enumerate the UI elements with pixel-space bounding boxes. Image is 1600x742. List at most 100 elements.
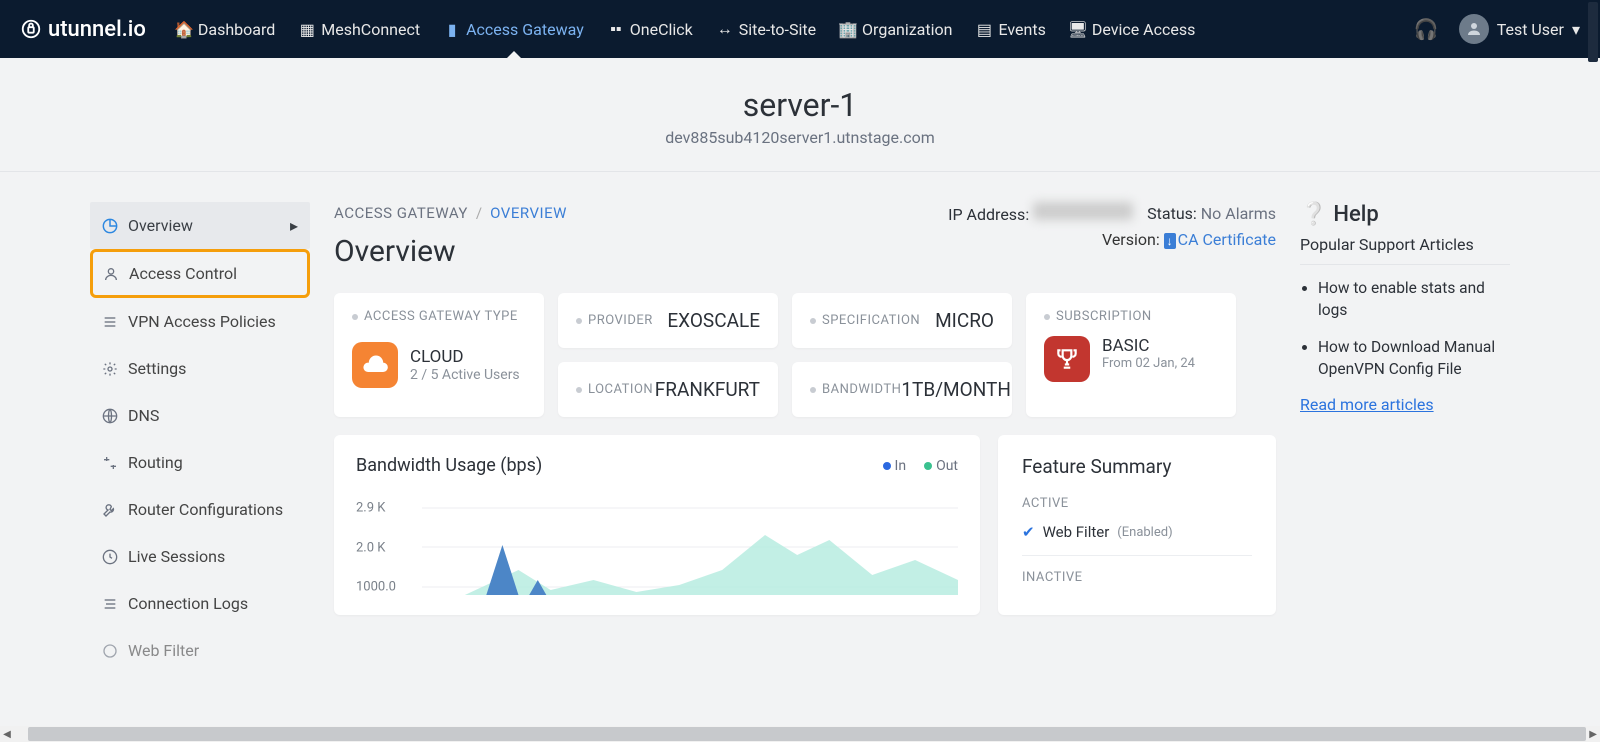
- help-article-1[interactable]: How to Download Manual OpenVPN Config Fi…: [1318, 336, 1510, 381]
- ytick-1: 2.0 K: [356, 540, 385, 555]
- gateway-icon: ▮: [444, 21, 460, 37]
- nav-events[interactable]: ▤Events: [976, 0, 1045, 58]
- ip-label: IP Address:: [948, 205, 1029, 224]
- routing-icon: [102, 455, 118, 471]
- spec-value: MICRO: [935, 309, 994, 332]
- breadcrumb-current: OVERVIEW: [490, 204, 567, 222]
- sidebar-item-connection-logs[interactable]: Connection Logs: [90, 580, 310, 627]
- help-article-0[interactable]: How to enable stats and logs: [1318, 277, 1510, 322]
- card-type-label: ACCESS GATEWAY TYPE: [352, 309, 526, 324]
- logs-icon: [102, 596, 118, 612]
- fs-inactive-label: INACTIVE: [1022, 570, 1252, 585]
- vertical-scrollbar[interactable]: [1586, 0, 1600, 742]
- sidebar-item-settings[interactable]: Settings: [90, 345, 310, 392]
- chart-legend: In Out: [883, 458, 958, 474]
- help-panel: ❔ Help Popular Support Articles How to e…: [1300, 202, 1510, 674]
- globe-icon: [102, 408, 118, 424]
- mesh-icon: ▦: [299, 21, 315, 37]
- main-content: ACCESS GATEWAY / OVERVIEW IP Address: St…: [334, 202, 1276, 674]
- provider-value: EXOSCALE: [667, 309, 760, 332]
- sidebar-item-dns[interactable]: DNS: [90, 392, 310, 439]
- status-value: No Alarms: [1201, 204, 1276, 223]
- policies-icon: [102, 314, 118, 330]
- top-nav: utunnel.io 🏠Dashboard ▦MeshConnect ▮Acce…: [0, 0, 1600, 58]
- help-subtitle: Popular Support Articles: [1300, 235, 1510, 265]
- list-icon: ▤: [976, 21, 992, 37]
- ip-value-blurred: [1033, 202, 1133, 220]
- trophy-icon: [1044, 336, 1090, 382]
- cloud-value: CLOUD: [410, 347, 520, 367]
- page-title: Overview: [334, 234, 456, 269]
- caret-down-icon: ▾: [1572, 20, 1580, 39]
- bandwidth-value: 1TB/MONTH: [901, 378, 1011, 401]
- gear-icon: [102, 361, 118, 377]
- sidebar-item-web-filter[interactable]: Web Filter: [90, 627, 310, 674]
- server-title: server-1: [0, 86, 1600, 124]
- avatar-icon: [1459, 14, 1489, 44]
- help-icon: ❔: [1300, 202, 1327, 227]
- nav-organization[interactable]: 🏢Organization: [840, 0, 952, 58]
- sidebar-item-access-control[interactable]: Access Control: [90, 249, 310, 298]
- legend-in-dot: [883, 462, 891, 470]
- nav-device-access[interactable]: 🖥Device Access: [1070, 0, 1196, 58]
- sidebar-item-live-sessions[interactable]: Live Sessions: [90, 533, 310, 580]
- breadcrumb-root[interactable]: ACCESS GATEWAY: [334, 204, 468, 222]
- card-spec: SPECIFICATION MICRO: [792, 293, 1012, 348]
- spec-label: SPECIFICATION: [810, 313, 920, 328]
- headset-icon[interactable]: 🎧: [1414, 17, 1439, 41]
- bandwidth-label: BANDWIDTH: [810, 382, 901, 397]
- sidebar-item-overview[interactable]: Overview ▸: [90, 202, 310, 249]
- wrench-icon: [102, 502, 118, 518]
- sub-label: SUBSCRIPTION: [1044, 309, 1218, 324]
- filter-icon: [102, 643, 118, 659]
- monitor-icon: 🖥: [1070, 21, 1086, 37]
- nav-oneclick[interactable]: ▪▪OneClick: [608, 0, 693, 58]
- fs-active-label: ACTIVE: [1022, 496, 1252, 511]
- bandwidth-chart-card: Bandwidth Usage (bps) In Out 2.9 K 2.0 K…: [334, 435, 980, 615]
- grid-icon: ▪▪: [608, 21, 624, 37]
- lock-shield-icon: [20, 18, 42, 40]
- pie-chart-icon: [102, 218, 118, 234]
- ca-certificate-link[interactable]: ↓CA Certificate: [1164, 230, 1276, 249]
- ytick-2: 1000.0: [356, 580, 396, 595]
- help-title: ❔ Help: [1300, 202, 1510, 227]
- provider-label: PROVIDER: [576, 313, 653, 328]
- location-label: LOCATION: [576, 382, 653, 397]
- version-label: Version:: [1102, 230, 1160, 249]
- sidebar-item-vpn-policies[interactable]: VPN Access Policies: [90, 298, 310, 345]
- fs-title: Feature Summary: [1022, 455, 1252, 478]
- sidebar-item-router-config[interactable]: Router Configurations: [90, 486, 310, 533]
- user-menu[interactable]: Test User ▾: [1459, 14, 1580, 44]
- breadcrumb-sep: /: [476, 204, 482, 222]
- plan-name: BASIC: [1102, 336, 1195, 356]
- divider: [1022, 555, 1252, 556]
- card-gateway-type: ACCESS GATEWAY TYPE CLOUD 2 / 5 Active U…: [334, 293, 544, 417]
- card-location: LOCATION FRANKFURT: [558, 362, 778, 417]
- nav-meshconnect[interactable]: ▦MeshConnect: [299, 0, 420, 58]
- brand-text: utunnel.io: [48, 17, 146, 42]
- sidebar: Overview ▸ Access Control VPN Access Pol…: [90, 202, 310, 674]
- brand-logo[interactable]: utunnel.io: [20, 17, 146, 42]
- plan-from: From 02 Jan, 24: [1102, 356, 1195, 371]
- horizontal-scrollbar[interactable]: ◀▶: [0, 726, 1600, 742]
- fs-item-name: Web Filter: [1043, 523, 1110, 541]
- sidebar-item-routing[interactable]: Routing: [90, 439, 310, 486]
- clock-icon: [102, 549, 118, 565]
- bandwidth-title: Bandwidth Usage (bps): [356, 455, 542, 476]
- download-icon: ↓: [1164, 233, 1176, 249]
- nav-dashboard[interactable]: 🏠Dashboard: [176, 0, 275, 58]
- fs-active-item[interactable]: ✔ Web Filter (Enabled): [1022, 523, 1252, 541]
- link-icon: ↔: [717, 21, 733, 37]
- bandwidth-chart: 2.9 K 2.0 K 1000.0: [356, 500, 958, 595]
- card-subscription: SUBSCRIPTION BASIC From 02 Jan, 24: [1026, 293, 1236, 417]
- cloud-icon: [352, 342, 398, 388]
- nav-site-to-site[interactable]: ↔Site-to-Site: [717, 0, 816, 58]
- ytick-0: 2.9 K: [356, 500, 385, 515]
- chevron-right-icon: ▸: [290, 216, 298, 235]
- cloud-users: 2 / 5 Active Users: [410, 367, 520, 383]
- read-more-link[interactable]: Read more articles: [1300, 395, 1434, 414]
- status-label: Status:: [1147, 204, 1197, 223]
- nav-access-gateway[interactable]: ▮Access Gateway: [444, 0, 584, 58]
- server-host: dev885sub4120server1.utnstage.com: [0, 128, 1600, 147]
- fs-item-state: (Enabled): [1117, 525, 1172, 540]
